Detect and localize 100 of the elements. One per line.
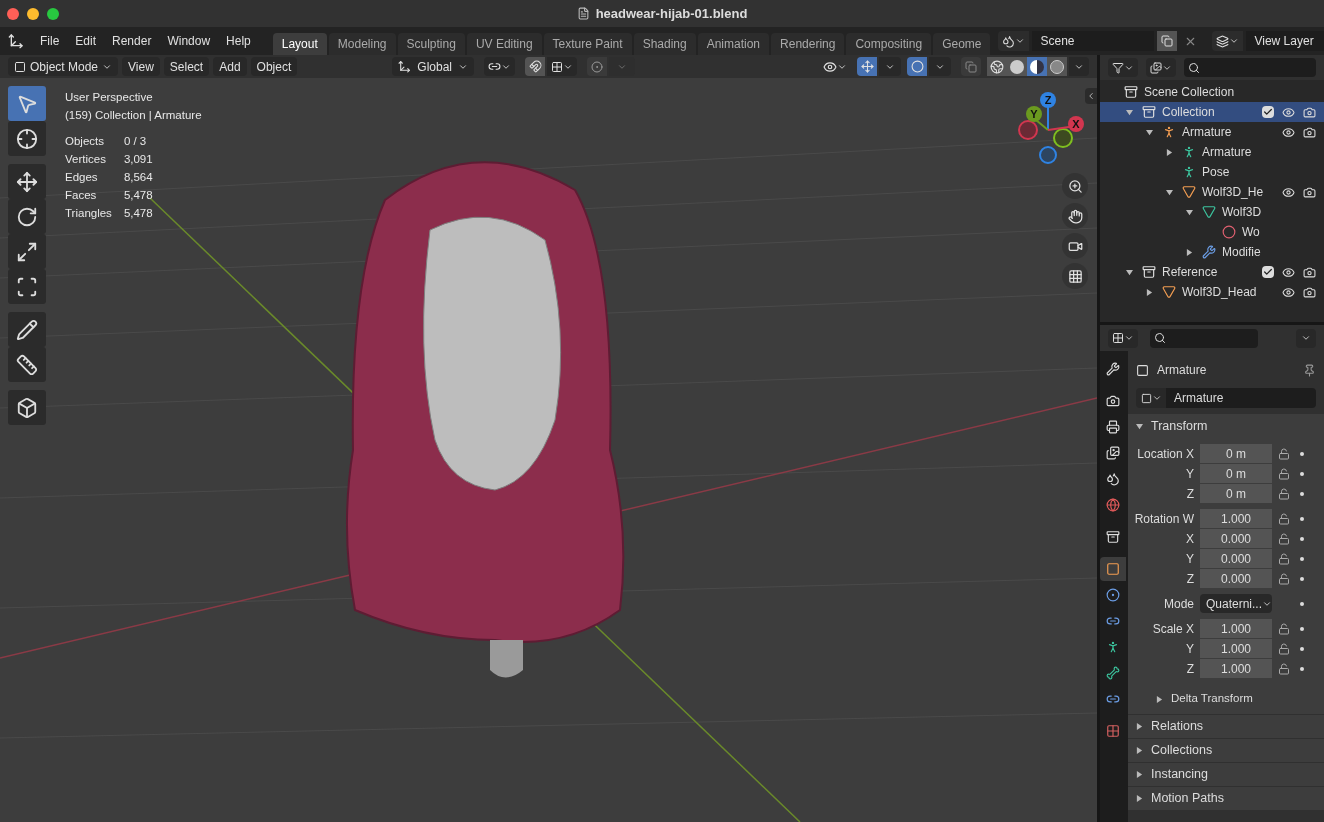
editor-type-dropdown[interactable] bbox=[1108, 328, 1138, 348]
view-layer-selector-button[interactable] bbox=[1212, 31, 1244, 51]
view-layer-field[interactable]: View Layer bbox=[1246, 31, 1324, 51]
scene-selector-button[interactable] bbox=[998, 31, 1030, 51]
checkbox[interactable] bbox=[1262, 266, 1274, 278]
pin-icon[interactable] bbox=[1303, 363, 1316, 377]
overlays-toggle[interactable] bbox=[907, 57, 927, 76]
workspace-tab[interactable]: Compositing bbox=[846, 33, 932, 55]
expanded-arrow-icon[interactable] bbox=[1146, 128, 1153, 136]
transform-panel-header[interactable]: Transform bbox=[1128, 414, 1324, 438]
eye-icon[interactable] bbox=[1282, 185, 1295, 199]
eye-icon[interactable] bbox=[1282, 105, 1295, 119]
negative-axis-handle[interactable] bbox=[1018, 120, 1038, 140]
collapsed-arrow-icon[interactable] bbox=[1146, 288, 1153, 296]
panel-header[interactable]: Relations bbox=[1128, 714, 1324, 738]
subpanel-header[interactable]: Delta Transform bbox=[1128, 688, 1324, 710]
filter-dropdown[interactable] bbox=[1146, 58, 1176, 77]
number-field[interactable]: 1.000 bbox=[1200, 639, 1272, 658]
pan-button[interactable] bbox=[1062, 203, 1088, 229]
outliner-row[interactable]: Collection bbox=[1100, 102, 1324, 122]
camera-icon[interactable] bbox=[1303, 105, 1316, 119]
move-tool-button[interactable] bbox=[8, 164, 46, 199]
negative-axis-handle[interactable] bbox=[1039, 146, 1057, 164]
axis-handle[interactable]: Z bbox=[1040, 92, 1056, 131]
unlocked-padlock-icon[interactable] bbox=[1278, 532, 1290, 545]
header-menu[interactable]: Select bbox=[163, 57, 210, 76]
negative-axis-handle[interactable] bbox=[1053, 128, 1073, 148]
axis-handle[interactable]: Y bbox=[1026, 106, 1049, 131]
number-field[interactable]: 0 m bbox=[1200, 464, 1272, 483]
add-cube-tool-button[interactable] bbox=[8, 390, 46, 425]
number-field[interactable]: 0 m bbox=[1200, 484, 1272, 503]
header-menu[interactable]: View bbox=[122, 57, 160, 76]
zoom-button[interactable] bbox=[1062, 173, 1088, 199]
workspace-tab[interactable]: Modeling bbox=[328, 33, 396, 55]
search-field[interactable] bbox=[1150, 328, 1258, 348]
unlocked-padlock-icon[interactable] bbox=[1278, 572, 1290, 585]
outliner-row[interactable]: Wolf3D_Head bbox=[1100, 282, 1324, 302]
number-field[interactable]: 0.000 bbox=[1200, 549, 1272, 568]
outliner-row[interactable]: Wolf3D_He bbox=[1100, 182, 1324, 202]
name-field[interactable]: Armature bbox=[1166, 388, 1316, 408]
number-field[interactable]: 0.000 bbox=[1200, 529, 1272, 548]
camera-view-button[interactable] bbox=[1062, 233, 1088, 259]
number-field[interactable]: 1.000 bbox=[1200, 509, 1272, 528]
menu-item[interactable]: Render bbox=[104, 32, 160, 50]
workspace-tab[interactable]: Layout bbox=[272, 33, 327, 55]
wireframe-shading-button[interactable] bbox=[987, 57, 1007, 76]
eye-icon[interactable] bbox=[1282, 125, 1295, 139]
app-logo-icon[interactable] bbox=[8, 33, 24, 49]
collapsed-arrow-icon[interactable] bbox=[1166, 148, 1173, 156]
panel-header[interactable]: Collections bbox=[1128, 738, 1324, 762]
zoom-window-button[interactable] bbox=[47, 7, 59, 20]
viewport[interactable]: User Perspective (159) Collection | Armature Objects 0 / 3 Vertices 3,091 Edges 8,564 Faces 5,478 Triangles 5,478 Z Y X bbox=[0, 78, 1097, 822]
menu-item[interactable]: Help bbox=[218, 32, 259, 50]
object-type-dropdown[interactable] bbox=[1136, 388, 1166, 408]
panel-header[interactable]: Motion Paths bbox=[1128, 786, 1324, 810]
display-mode-dropdown[interactable] bbox=[1108, 58, 1138, 77]
camera-icon[interactable] bbox=[1303, 265, 1316, 279]
object-properties-tab[interactable] bbox=[1100, 557, 1126, 581]
camera-icon[interactable] bbox=[1303, 125, 1316, 139]
menu-item[interactable]: File bbox=[32, 32, 68, 50]
outliner-row[interactable]: Modifie bbox=[1100, 242, 1324, 262]
checkbox[interactable] bbox=[1262, 106, 1274, 118]
orientation-dropdown[interactable]: Global bbox=[392, 57, 474, 76]
camera-icon[interactable] bbox=[1303, 285, 1316, 299]
collapse-sidebar-button[interactable] bbox=[1085, 88, 1097, 104]
outliner-row[interactable]: Wo bbox=[1100, 222, 1324, 242]
unlocked-padlock-icon[interactable] bbox=[1278, 467, 1290, 480]
transform-tool-button[interactable] bbox=[8, 269, 46, 304]
outliner-row[interactable]: Armature bbox=[1100, 142, 1324, 162]
outliner-row[interactable]: Wolf3D bbox=[1100, 202, 1324, 222]
outliner-row[interactable]: Pose bbox=[1100, 162, 1324, 182]
menu-item[interactable]: Window bbox=[159, 32, 219, 50]
number-field[interactable]: 1.000 bbox=[1200, 659, 1272, 678]
snap-target-dropdown[interactable] bbox=[547, 57, 577, 76]
workspace-tab[interactable]: Geome bbox=[933, 33, 991, 55]
select-tool-button[interactable] bbox=[8, 86, 46, 121]
snap-toggle[interactable] bbox=[525, 57, 545, 76]
header-menu[interactable]: Add bbox=[213, 57, 247, 76]
copy-scene-button[interactable] bbox=[1157, 31, 1178, 51]
workspace-tab[interactable]: Rendering bbox=[771, 33, 845, 55]
close-window-button[interactable] bbox=[7, 7, 19, 20]
solid-shading-button[interactable] bbox=[1007, 57, 1027, 76]
eye-icon[interactable] bbox=[1282, 285, 1295, 299]
workspace-tab[interactable]: UV Editing bbox=[466, 33, 542, 55]
workspace-tab[interactable]: Texture Paint bbox=[543, 33, 632, 55]
expanded-arrow-icon[interactable] bbox=[1126, 268, 1133, 276]
header-menu[interactable]: Object bbox=[250, 57, 298, 76]
unlocked-padlock-icon[interactable] bbox=[1278, 642, 1290, 655]
proportional-edit-toggle[interactable] bbox=[587, 57, 607, 76]
eye-icon[interactable] bbox=[1282, 265, 1295, 279]
number-field[interactable]: 0 m bbox=[1200, 444, 1272, 463]
workspace-tab[interactable]: Animation bbox=[697, 33, 770, 55]
unlocked-padlock-icon[interactable] bbox=[1278, 622, 1290, 635]
number-field[interactable]: 0.000 bbox=[1200, 569, 1272, 588]
workspace-tab[interactable]: Shading bbox=[633, 33, 696, 55]
menu-item[interactable]: Edit bbox=[67, 32, 105, 50]
cursor-tool-button[interactable] bbox=[8, 121, 46, 156]
unlocked-padlock-icon[interactable] bbox=[1278, 662, 1290, 675]
collapsed-arrow-icon[interactable] bbox=[1186, 248, 1193, 256]
number-field[interactable]: 1.000 bbox=[1200, 619, 1272, 638]
